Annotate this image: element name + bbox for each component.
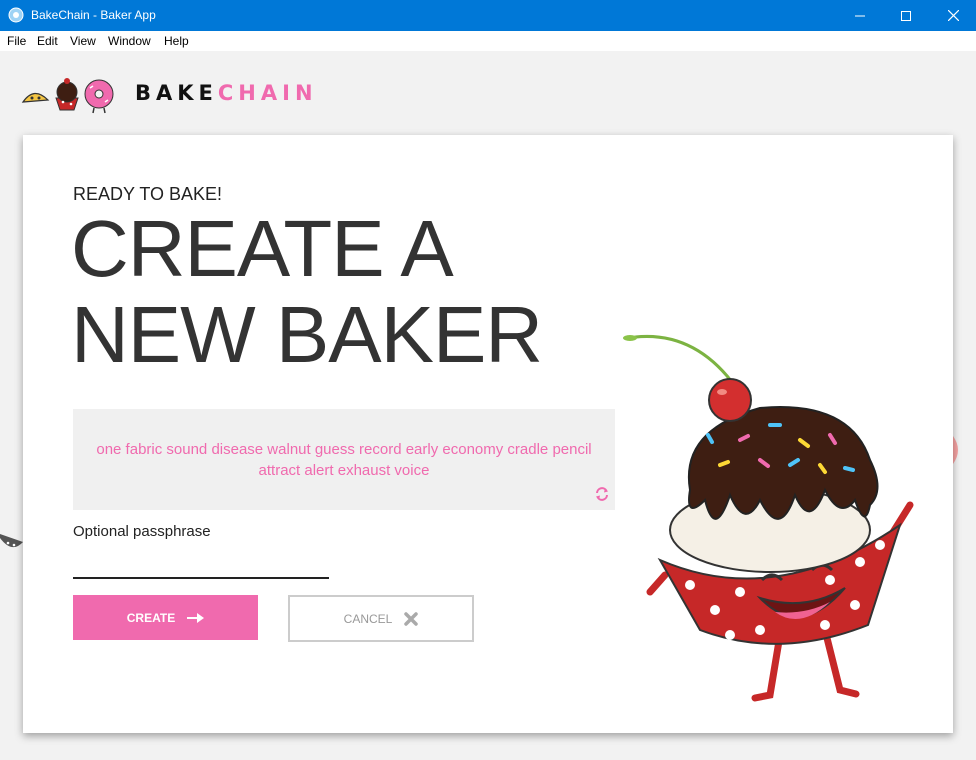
cancel-button-label: CANCEL: [343, 611, 393, 626]
brand-part-bake: BAKE: [135, 81, 218, 105]
page-title: CREATE A NEW BAKER: [71, 204, 543, 379]
arrow-right-icon: [187, 612, 205, 623]
minimize-icon: [855, 15, 865, 16]
window-titlebar: BakeChain - Baker App: [0, 0, 976, 31]
passphrase-label: Optional passphrase: [73, 523, 211, 540]
x-icon: [404, 611, 419, 626]
page-title-line1: CREATE A: [71, 204, 454, 293]
menu-window[interactable]: Window: [108, 34, 151, 48]
maximize-icon: [901, 10, 911, 21]
menu-bar: File Edit View Window Help: [0, 31, 976, 51]
peeking-decoration-icon: [953, 436, 958, 464]
menu-file[interactable]: File: [7, 34, 26, 48]
window-title: BakeChain - Baker App: [31, 8, 156, 22]
cupcake-mascot-illustration: [623, 334, 914, 702]
passphrase-input[interactable]: [73, 549, 329, 579]
watermelon-decoration-icon: [0, 534, 23, 548]
page-title-line2: NEW BAKER: [71, 290, 543, 379]
menu-help[interactable]: Help: [164, 34, 189, 48]
brand-part-chain: CHAIN: [217, 81, 318, 105]
maximize-button[interactable]: [883, 0, 929, 31]
brand-wordmark: BAKECHAIN: [135, 81, 318, 105]
mnemonic-text: one fabric sound disease walnut guess re…: [96, 441, 592, 479]
refresh-icon[interactable]: [594, 486, 610, 502]
create-button[interactable]: CREATE: [73, 595, 258, 640]
cancel-button[interactable]: CANCEL: [288, 595, 474, 642]
close-icon: [947, 10, 959, 21]
logo-mascots-icon: [21, 78, 114, 114]
menu-view[interactable]: View: [70, 34, 96, 48]
close-button[interactable]: [930, 0, 976, 31]
subtitle: READY TO BAKE!: [73, 184, 223, 204]
minimize-button[interactable]: [837, 0, 883, 31]
app-icon: [8, 7, 24, 23]
create-button-label: CREATE: [126, 610, 176, 625]
menu-edit[interactable]: Edit: [37, 34, 58, 48]
mnemonic-panel: one fabric sound disease walnut guess re…: [73, 409, 615, 510]
